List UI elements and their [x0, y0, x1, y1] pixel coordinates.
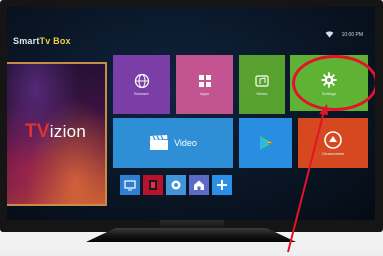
plus-icon — [217, 180, 227, 190]
tile-apps[interactable]: Apps — [176, 55, 233, 114]
tv-bezel: SmartTv Box 10:00 PM TVizion Browser App… — [0, 0, 383, 232]
clapperboard-icon — [150, 135, 169, 150]
broom-icon — [324, 130, 342, 149]
quick-app-add[interactable] — [212, 175, 232, 195]
poster-logo-mark: TV — [24, 121, 50, 142]
status-bar: 10:00 PM — [325, 31, 363, 38]
tv-scene: SmartTv Box 10:00 PM TVizion Browser App… — [0, 0, 383, 256]
tile-cleaner[interactable]: Cleanmaster — [298, 118, 368, 168]
quick-app-2[interactable] — [143, 175, 163, 195]
home-icon — [194, 180, 204, 190]
film-icon — [149, 180, 157, 190]
tile-apps-label: Apps — [199, 91, 210, 96]
brand-accent: Tv Box — [39, 36, 71, 46]
tv-icon — [124, 180, 136, 191]
play-store-icon — [259, 136, 272, 150]
brand-title: SmartTv Box — [13, 36, 71, 46]
tile-media-label: Media — [256, 91, 268, 96]
camera-icon — [171, 180, 181, 190]
grid-icon — [198, 75, 211, 87]
tv-stand-base — [86, 228, 296, 242]
clock: 10:00 PM — [341, 31, 363, 38]
quick-app-4[interactable] — [189, 175, 209, 195]
wifi-icon — [325, 31, 334, 38]
tile-browser-label: Browser — [134, 91, 149, 96]
tile-browser[interactable]: Browser — [113, 55, 170, 114]
tv-screen: SmartTv Box 10:00 PM TVizion Browser App… — [7, 7, 375, 220]
tile-cleaner-label: Cleanmaster — [321, 150, 345, 156]
tile-media[interactable]: Media — [239, 55, 285, 114]
tile-video-label: Video — [174, 138, 197, 148]
quick-access-bar — [120, 175, 232, 195]
quick-app-1[interactable] — [120, 175, 140, 195]
globe-icon — [134, 73, 149, 89]
featured-poster[interactable]: TVizion — [7, 62, 107, 206]
tile-play-store[interactable] — [239, 118, 292, 168]
tile-video[interactable]: Video — [113, 118, 233, 168]
music-icon — [255, 75, 269, 87]
quick-app-3[interactable] — [166, 175, 186, 195]
poster-logo-text: izion — [49, 122, 87, 141]
brand-main: Smart — [13, 36, 40, 46]
poster-logo: TVizion — [7, 121, 105, 143]
annotation-circle — [292, 55, 375, 111]
